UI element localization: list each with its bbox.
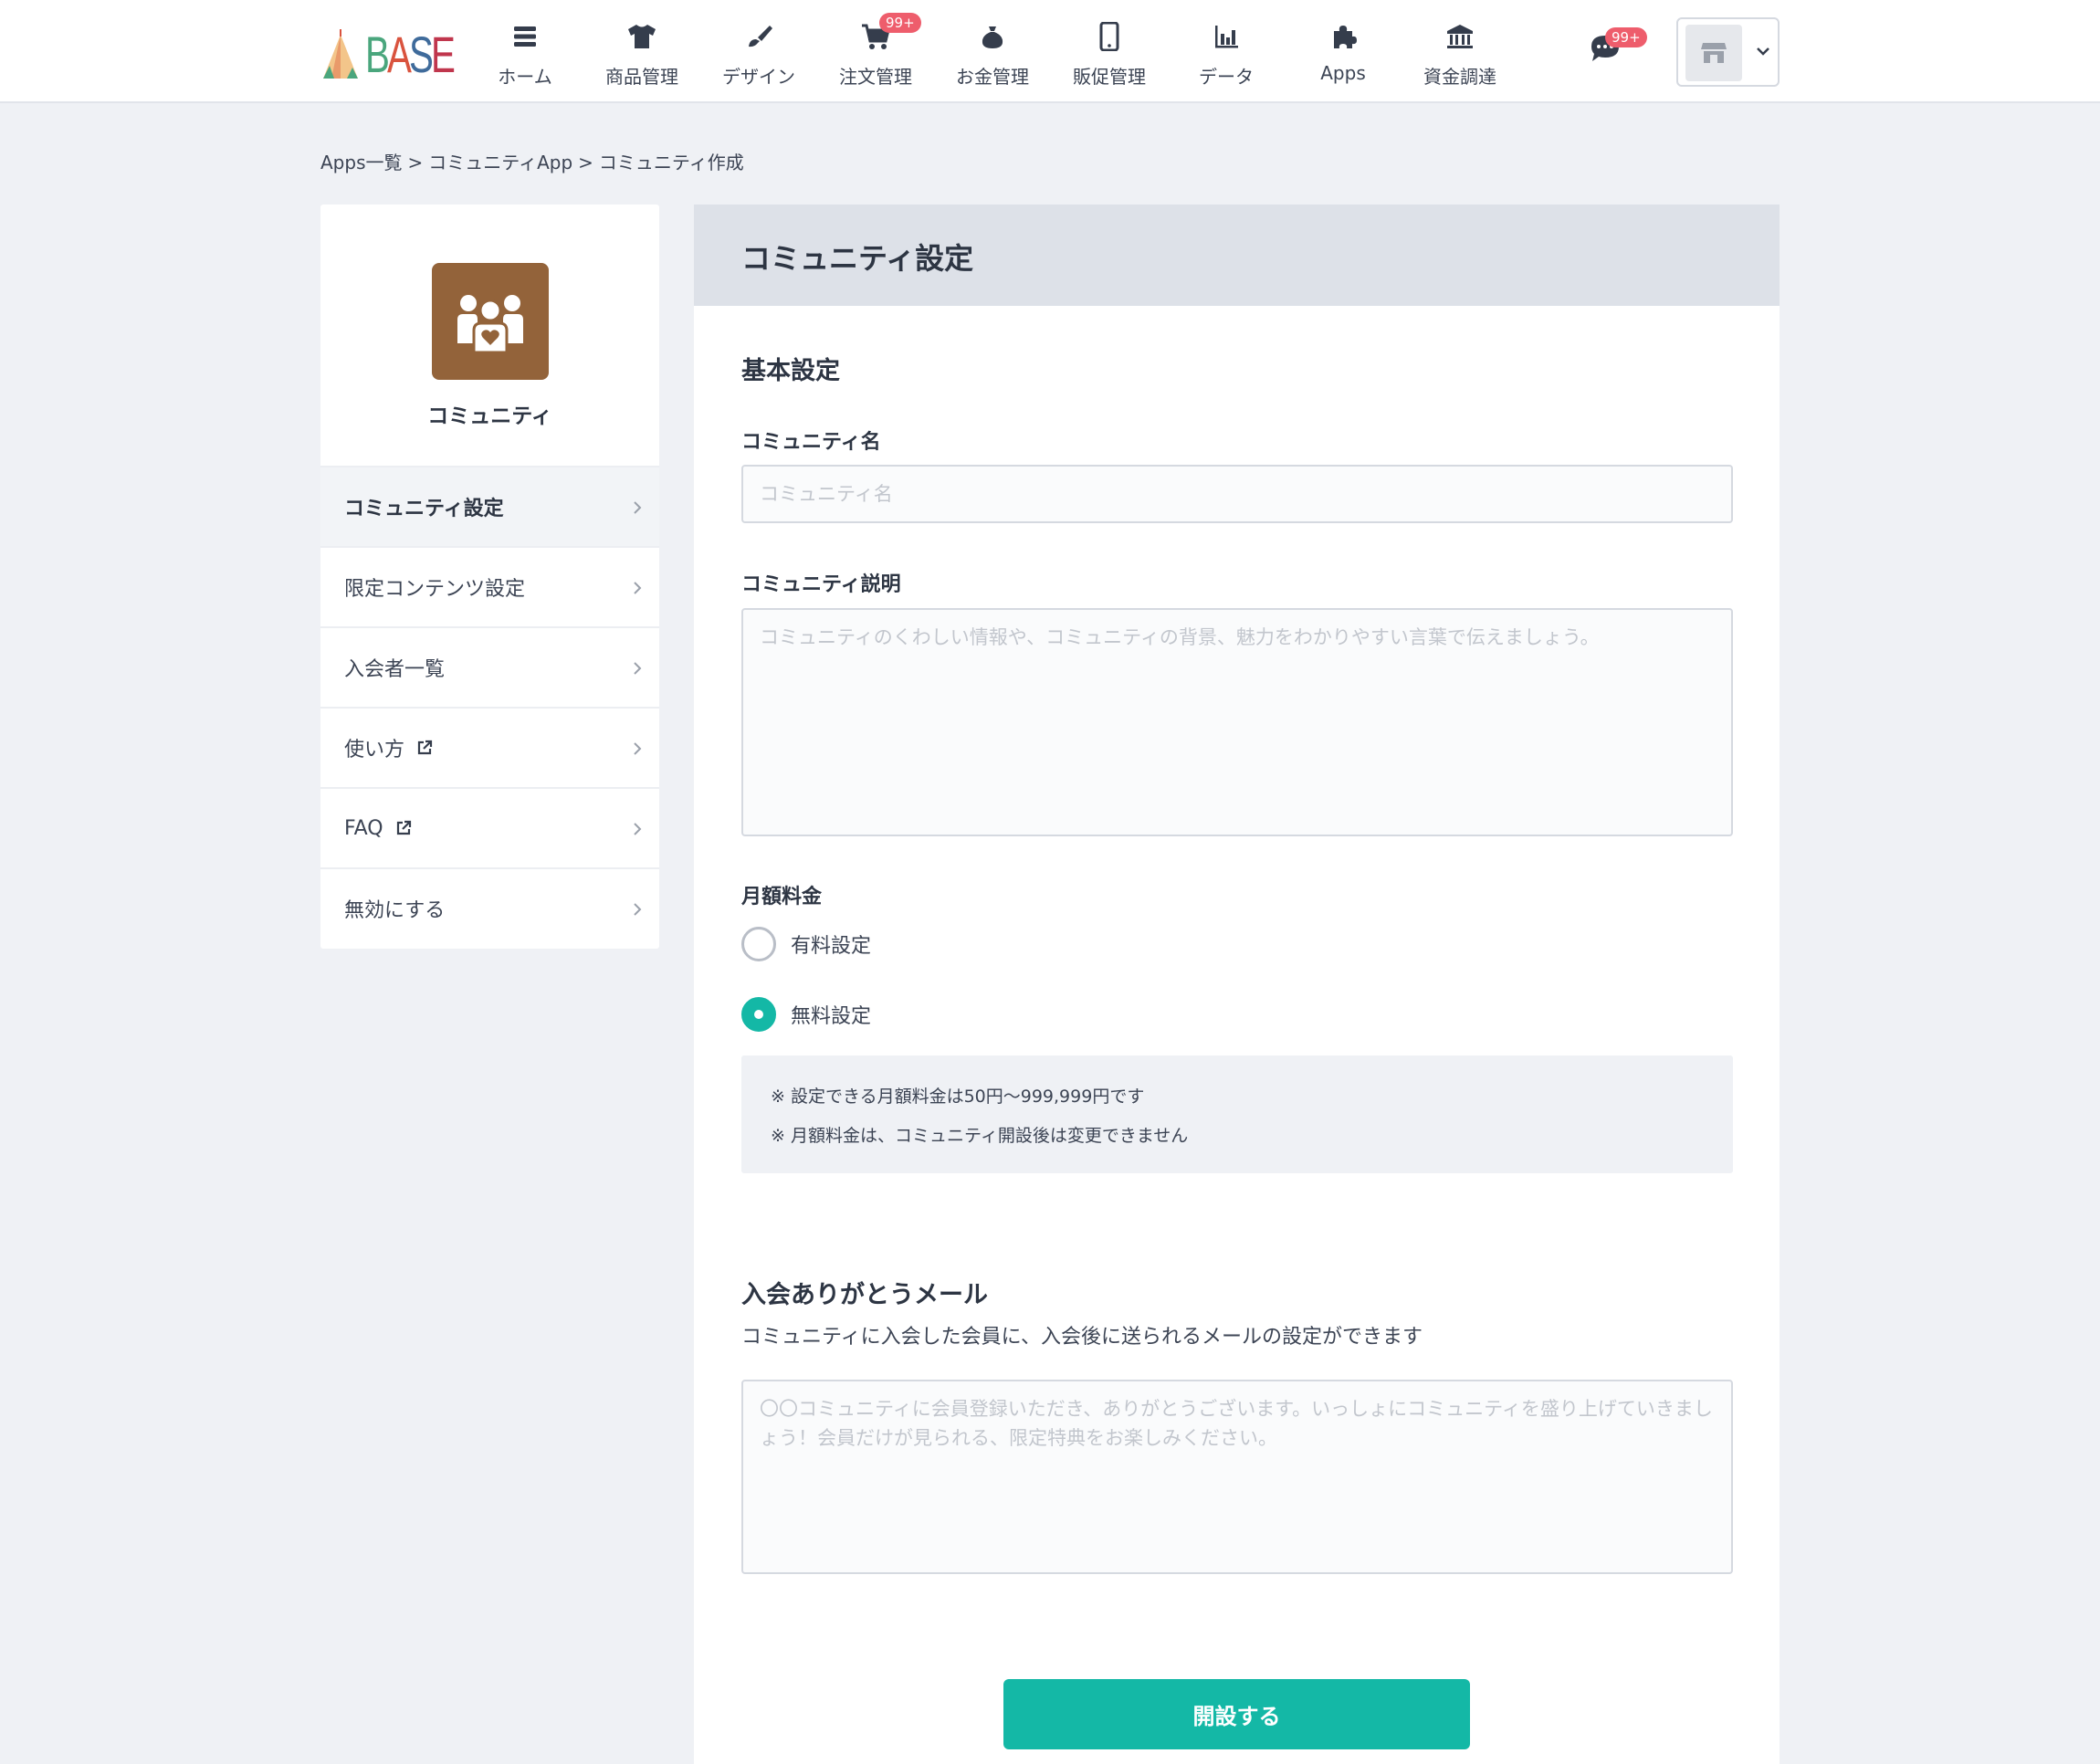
radio-checked-icon [741, 997, 776, 1032]
breadcrumb-apps-list[interactable]: Apps一覧 [320, 152, 403, 173]
sidebar-item-label: 無効にする [344, 899, 446, 922]
free-setting-radio[interactable]: 無料設定 [741, 997, 871, 1032]
chevron-right-icon [634, 662, 642, 675]
chevron-right-icon [634, 903, 642, 916]
radio-label: 有料設定 [791, 935, 872, 958]
community-name-label: コミュニティ名 [741, 431, 881, 454]
bar-chart-icon [1210, 20, 1243, 53]
page-title: コミュニティ設定 [741, 241, 974, 276]
cart-icon: 99+ [859, 13, 921, 53]
nav-design[interactable]: デザイン [709, 20, 809, 89]
brush-icon [742, 20, 775, 53]
breadcrumb-community-app[interactable]: コミュニティApp [428, 152, 572, 173]
nav-label: 資金調達 [1423, 66, 1496, 88]
logo-letter: E [431, 26, 456, 83]
nav-label: 販促管理 [1073, 66, 1146, 88]
orders-badge: 99+ [879, 13, 921, 33]
breadcrumb-separator: > [407, 152, 424, 173]
panel-header: コミュニティ設定 [694, 205, 1780, 306]
nav-promotion[interactable]: 販促管理 [1059, 20, 1160, 89]
top-header: BASE ホーム 商品管理 デザイン 99+ 注文管理 お金管理 販促管理 デー… [0, 0, 2100, 103]
chevron-down-icon [1757, 47, 1769, 56]
external-link-icon [417, 740, 433, 755]
breadcrumb-current: コミュニティ作成 [598, 152, 744, 173]
shop-store-icon [1685, 25, 1742, 81]
basic-settings-title: 基本設定 [741, 357, 840, 385]
monthly-fee-label: 月額料金 [741, 886, 823, 908]
welcome-mail-textarea[interactable] [741, 1380, 1733, 1574]
home-list-icon [509, 20, 541, 53]
nav-label: 商品管理 [605, 66, 678, 88]
community-description-label: コミュニティ説明 [741, 573, 901, 596]
sidebar-item-label: コミュニティ設定 [344, 498, 504, 520]
bank-icon [1444, 20, 1476, 53]
chevron-right-icon [634, 501, 642, 514]
smartphone-icon [1093, 20, 1126, 53]
nav-data[interactable]: データ [1176, 20, 1276, 89]
nav-products[interactable]: 商品管理 [592, 20, 692, 89]
shop-switcher-button[interactable] [1676, 17, 1780, 87]
nav-funding[interactable]: 資金調達 [1410, 20, 1510, 89]
community-people-icon [457, 295, 523, 354]
nav-label: 注文管理 [839, 66, 912, 88]
sidebar-item-label: 入会者一覧 [344, 658, 446, 681]
logo-wordmark: BASE [365, 26, 456, 83]
welcome-mail-description: コミュニティに入会した会員に、入会後に送られるメールの設定ができます [741, 1326, 1423, 1349]
sidebar-item-faq[interactable]: FAQ [320, 787, 659, 867]
money-bag-icon [976, 20, 1009, 53]
puzzle-icon [1327, 20, 1360, 53]
logo-letter: A [387, 26, 412, 83]
sidebar-menu: コミュニティ設定 限定コンテンツ設定 入会者一覧 使い方 FAQ 無効にする [320, 466, 659, 948]
chevron-right-icon [634, 742, 642, 755]
community-app-icon [432, 263, 549, 380]
app-sidebar: コミュニティ コミュニティ設定 限定コンテンツ設定 入会者一覧 使い方 FAQ … [320, 205, 659, 949]
chat-button[interactable]: 99+ [1589, 27, 1647, 66]
nav-orders[interactable]: 99+ 注文管理 [825, 13, 926, 89]
sidebar-item-disable[interactable]: 無効にする [320, 867, 659, 948]
community-description-textarea[interactable] [741, 608, 1733, 836]
sidebar-item-limited-content[interactable]: 限定コンテンツ設定 [320, 546, 659, 626]
logo-letter: B [365, 26, 390, 83]
open-community-button[interactable]: 開設する [1003, 1679, 1470, 1749]
welcome-mail-title: 入会ありがとうメール [741, 1281, 988, 1309]
nav-home[interactable]: ホーム [475, 20, 575, 89]
nav-apps[interactable]: Apps [1293, 20, 1393, 89]
nav-label: データ [1199, 66, 1254, 88]
nav-label: デザイン [722, 66, 795, 88]
external-link-icon [396, 820, 411, 835]
sidebar-item-label: 限定コンテンツ設定 [344, 578, 526, 601]
sidebar-item-label: FAQ [344, 816, 383, 840]
sidebar-item-community-settings[interactable]: コミュニティ設定 [320, 466, 659, 546]
tent-logo-icon [323, 29, 358, 79]
radio-unchecked-icon [741, 927, 776, 961]
community-name-input[interactable] [741, 465, 1733, 523]
breadcrumb-separator: > [578, 152, 593, 173]
base-logo[interactable]: BASE [320, 26, 487, 80]
tshirt-icon [625, 20, 658, 53]
breadcrumb: Apps一覧 > コミュニティApp > コミュニティ作成 [320, 148, 744, 174]
nav-label: Apps [1320, 62, 1366, 84]
paid-setting-radio[interactable]: 有料設定 [741, 927, 871, 961]
app-name: コミュニティ [427, 404, 552, 428]
fee-note: ※ 月額料金は、コミュニティ開設後は変更できません [771, 1126, 1189, 1146]
logo-letter: S [409, 26, 434, 83]
community-settings-panel: コミュニティ設定 基本設定 コミュニティ名 コミュニティ説明 月額料金 有料設定… [694, 205, 1780, 1764]
chevron-right-icon [634, 582, 642, 594]
chevron-right-icon [634, 823, 642, 835]
nav-money[interactable]: お金管理 [942, 20, 1043, 89]
fee-note: ※ 設定できる月額料金は50円〜999,999円です [771, 1087, 1145, 1107]
sidebar-item-label: 使い方 [344, 739, 405, 761]
sidebar-item-how-to-use[interactable]: 使い方 [320, 707, 659, 787]
fee-notes-box: ※ 設定できる月額料金は50円〜999,999円です ※ 月額料金は、コミュニテ… [741, 1055, 1733, 1173]
chat-badge: 99+ [1605, 27, 1647, 47]
sidebar-item-members[interactable]: 入会者一覧 [320, 626, 659, 707]
nav-label: お金管理 [956, 66, 1029, 88]
radio-label: 無料設定 [791, 1005, 872, 1028]
nav-label: ホーム [498, 66, 552, 88]
